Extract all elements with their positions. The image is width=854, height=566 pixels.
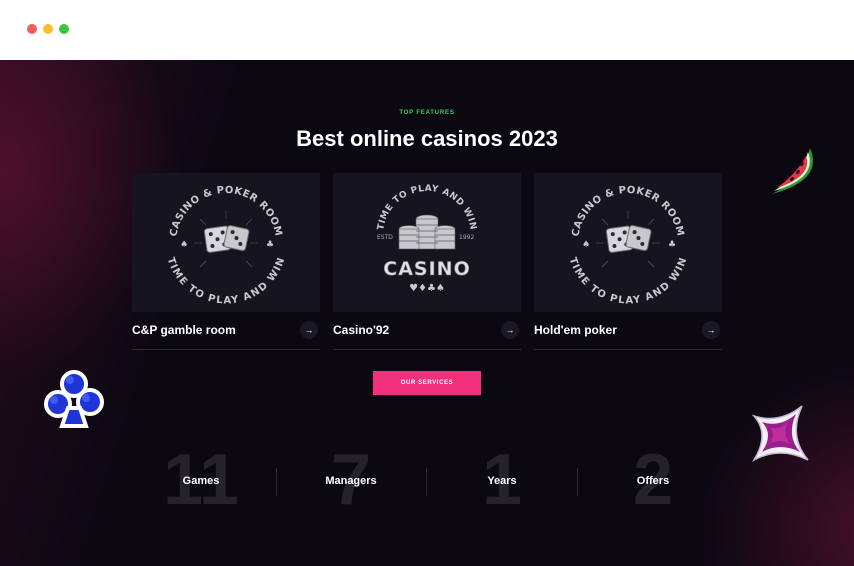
watermelon-icon: [772, 148, 813, 194]
casino-card-footer: Casino'92 →: [333, 312, 521, 350]
maximize-window-button[interactable]: [59, 24, 69, 34]
svg-text:CASINO: CASINO: [383, 258, 470, 280]
stat-label: Managers: [325, 475, 377, 487]
casino-card-image[interactable]: CASINO & POKER ROOM TIME TO PLAY AND WIN: [132, 173, 320, 312]
close-window-button[interactable]: [27, 24, 37, 34]
svg-text:ESTD: ESTD: [377, 234, 393, 241]
window-title-bar: [0, 0, 854, 60]
casino-card-title[interactable]: C&P gamble room: [132, 323, 236, 337]
svg-text:TIME TO PLAY AND WIN: TIME TO PLAY AND WIN: [165, 256, 288, 306]
svg-text:1992: 1992: [459, 234, 474, 241]
casino-card-footer: Hold'em poker →: [534, 312, 722, 350]
club-icon: [44, 370, 104, 428]
stat-item: 11 Games: [141, 444, 261, 516]
casino-card-title[interactable]: Casino'92: [333, 323, 389, 337]
section-eyebrow: TOP FEATURES: [399, 110, 455, 116]
section-title: Best online casinos 2023: [296, 126, 558, 151]
stat-item: 2 Offers: [593, 444, 713, 516]
casino-card-title[interactable]: Hold'em poker: [534, 323, 617, 337]
casino-features-section: TOP FEATURES Best online casinos 2023 CA…: [0, 60, 854, 566]
casino-card[interactable]: CASINO & POKER ROOM TIME TO PLAY AND WIN: [132, 173, 320, 350]
svg-text:♥♦♣♠: ♥♦♣♠: [409, 283, 445, 294]
casino-card[interactable]: TIME TO PLAY AND WIN ESTD 1992 CASINO ♥♦…: [333, 173, 521, 350]
arrow-right-icon[interactable]: →: [300, 321, 318, 339]
dice-icon: CASINO & POKER ROOM TIME TO PLAY AND WIN: [165, 185, 288, 307]
svg-text:TIME TO PLAY AND WIN: TIME TO PLAY AND WIN: [567, 256, 690, 306]
stat-divider: [577, 468, 578, 496]
stat-divider: [426, 468, 427, 496]
arrow-right-icon[interactable]: →: [501, 321, 519, 339]
casino-card-image[interactable]: CASINO & POKER ROOM TIME TO PLAY AND WIN: [534, 173, 722, 312]
arrow-right-icon[interactable]: →: [702, 321, 720, 339]
svg-text:♣: ♣: [266, 240, 274, 250]
casino-card[interactable]: CASINO & POKER ROOM TIME TO PLAY AND WIN: [534, 173, 722, 350]
casino-card-footer: C&P gamble room →: [132, 312, 320, 350]
stat-label: Games: [182, 475, 220, 487]
stat-label: Offers: [636, 475, 670, 487]
diamond-icon: [751, 405, 809, 462]
svg-text:♠: ♠: [582, 240, 590, 250]
stat-item: 1 Years: [442, 444, 562, 516]
minimize-window-button[interactable]: [43, 24, 53, 34]
stat-label: Years: [487, 475, 517, 487]
svg-text:♣: ♣: [668, 240, 676, 250]
stat-divider: [276, 468, 277, 496]
dice-icon: CASINO & POKER ROOM TIME TO PLAY AND WIN: [567, 185, 690, 307]
svg-text:♠: ♠: [180, 240, 188, 250]
stat-item: 7 Managers: [291, 444, 411, 516]
our-services-button[interactable]: OUR SERVICES: [373, 371, 481, 395]
casino-card-image[interactable]: TIME TO PLAY AND WIN ESTD 1992 CASINO ♥♦…: [333, 173, 521, 312]
chips-icon: TIME TO PLAY AND WIN ESTD 1992 CASINO ♥♦…: [376, 184, 477, 294]
